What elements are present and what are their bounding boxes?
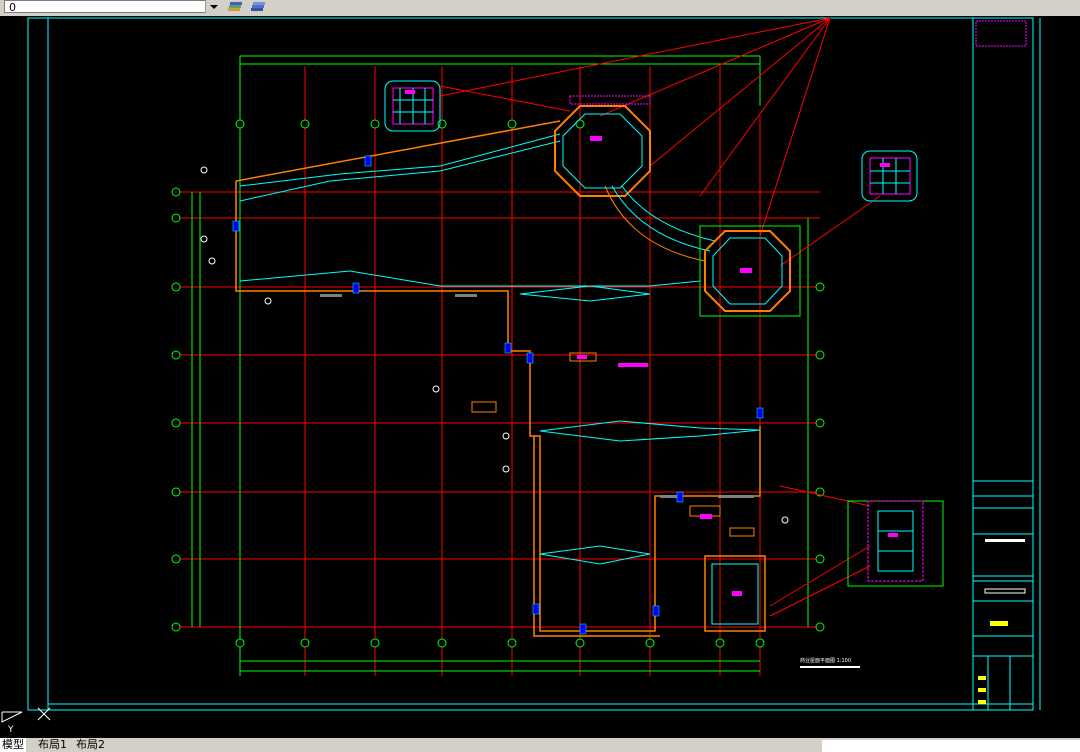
layer-states-icon[interactable] — [226, 0, 244, 14]
toolbar: 0 — [0, 0, 1080, 16]
layer-value: 0 — [9, 1, 16, 14]
detail-bottom-right — [847, 500, 944, 587]
ucs-label: Y — [7, 725, 14, 735]
roof-fixtures — [320, 294, 754, 498]
columns — [232, 155, 764, 635]
tab-layout2[interactable]: 布局2 — [74, 738, 107, 752]
dimension-lines — [191, 55, 809, 676]
stair-room — [689, 505, 766, 632]
axis-bubbles — [171, 119, 825, 648]
layer-dropdown-button[interactable] — [205, 0, 222, 13]
tab-model[interactable]: 模型 — [0, 738, 26, 752]
drawing-canvas[interactable]: 商业屋面平面图 1:100 Y — [0, 16, 1080, 738]
axis-grid — [180, 66, 820, 676]
layer-previous-icon[interactable] — [249, 0, 267, 14]
horizontal-scrollbar[interactable] — [822, 740, 1080, 752]
layer-select[interactable]: 0 — [4, 0, 222, 14]
title-block — [973, 20, 1033, 710]
note-bubbles — [200, 166, 789, 524]
leader-lines — [439, 17, 881, 617]
tab-layout1[interactable]: 布局1 — [36, 738, 69, 752]
plan-title-underline — [800, 666, 860, 668]
detail-tower-right — [861, 150, 918, 202]
detail-octagon-right — [699, 225, 801, 317]
detail-tower-left — [384, 80, 441, 132]
plan-title: 商业屋面平面图 1:100 — [800, 657, 851, 664]
